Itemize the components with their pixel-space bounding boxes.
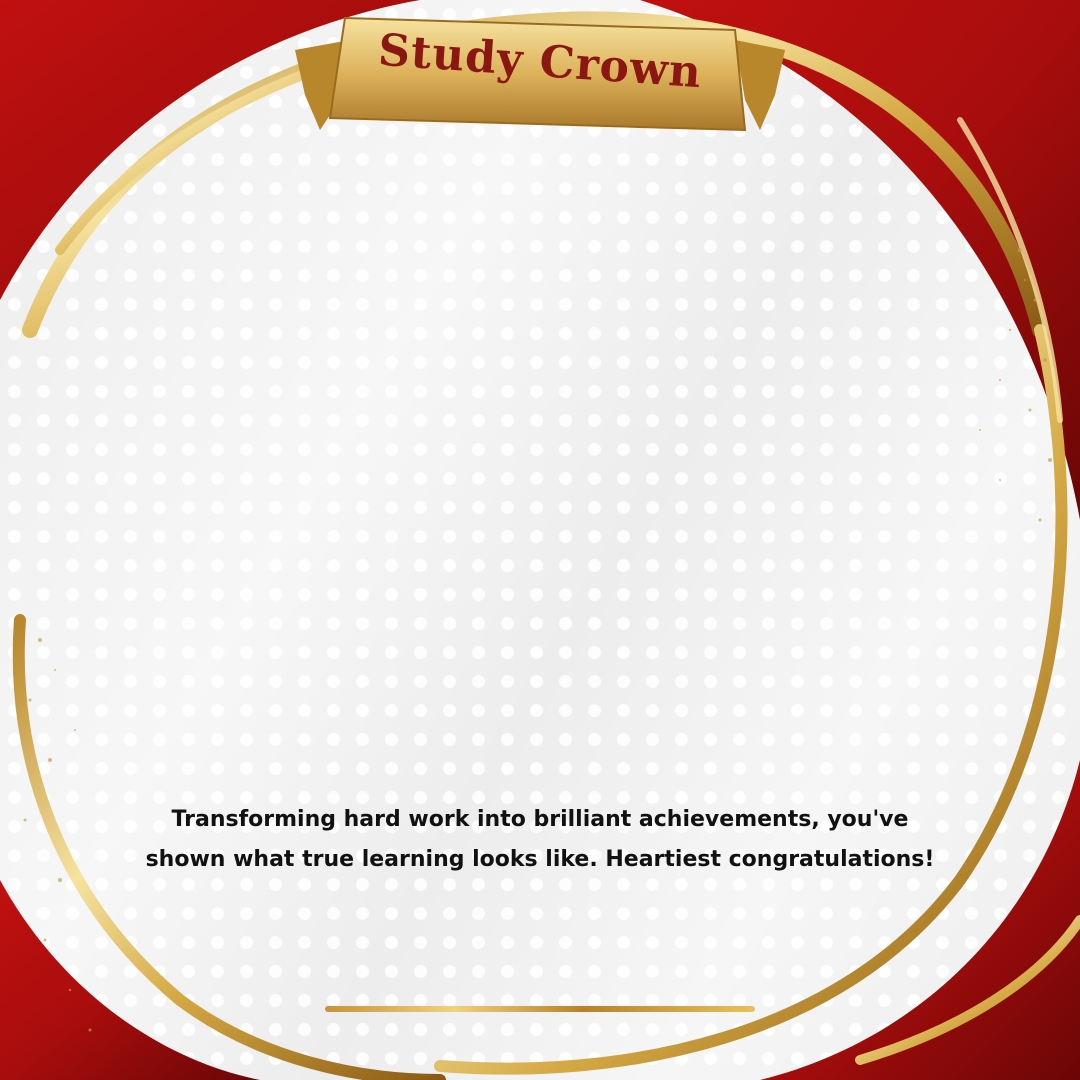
congratulation-message: Transforming hard work into brilliant ac… xyxy=(110,800,970,880)
message-line-2: shown what true learning looks like. Hea… xyxy=(145,847,935,872)
message-line-1: Transforming hard work into brilliant ac… xyxy=(171,807,909,832)
gold-divider-icon xyxy=(325,1006,755,1012)
banner-ribbon xyxy=(295,16,785,132)
certificate-card: Study Crown Transforming hard work into … xyxy=(0,0,1080,1080)
